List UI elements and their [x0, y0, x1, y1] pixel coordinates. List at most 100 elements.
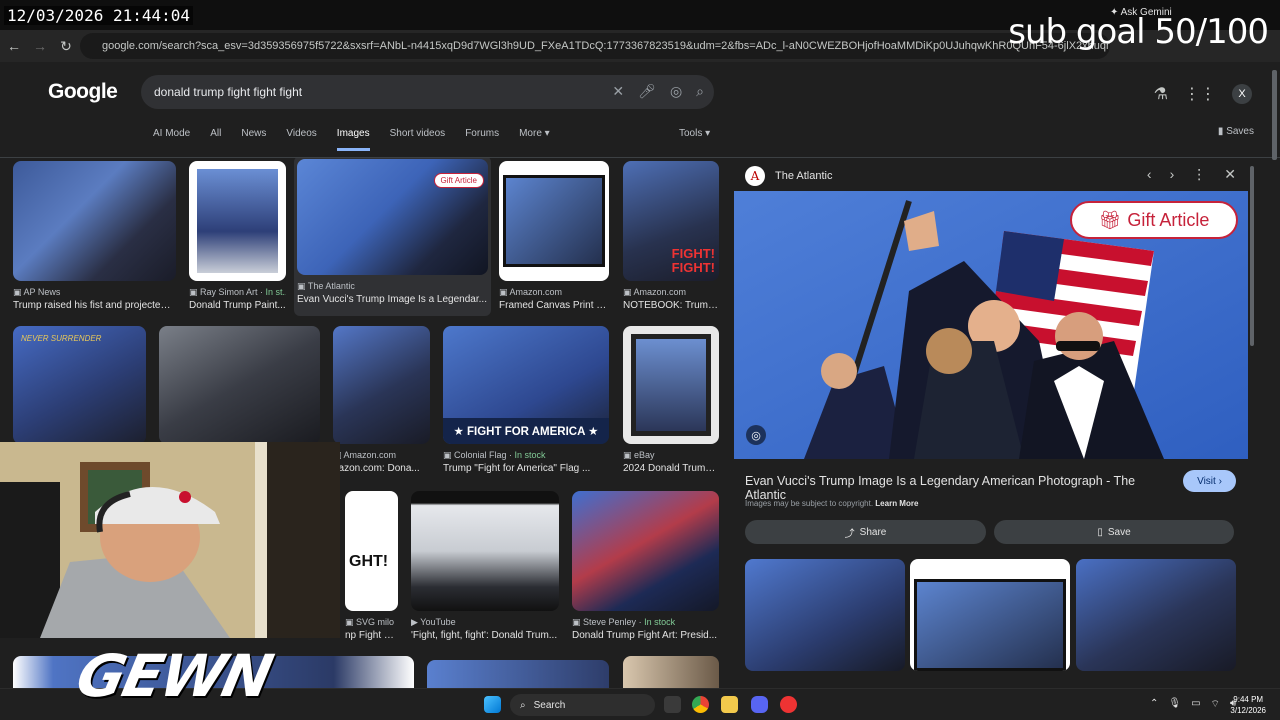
saves-button[interactable]: ▮ Saves — [1218, 126, 1254, 137]
gift-article-button[interactable]: 🎁︎ Gift Article — [1070, 201, 1238, 239]
chevron-left-icon[interactable]: ‹ — [1147, 166, 1152, 183]
result-caption[interactable]: np Fight Fi... — [345, 630, 398, 641]
result-tile[interactable]: GHT! ▣ SVG milo np Fight Fi... — [345, 491, 398, 641]
result-image[interactable] — [572, 491, 719, 611]
related-image[interactable] — [745, 559, 905, 671]
search-input[interactable]: donald trump fight fight fight — [154, 85, 302, 99]
result-caption[interactable]: Trump "Fight for America" Flag ... — [443, 463, 609, 474]
task-view-icon[interactable] — [664, 696, 681, 713]
result-tile[interactable]: ▣ AP News Trump raised his fist and proj… — [13, 161, 176, 311]
result-tile[interactable] — [427, 660, 609, 688]
chevron-right-icon[interactable]: › — [1170, 166, 1175, 183]
search-icon[interactable]: ⌕ — [696, 83, 704, 100]
result-source: ▣ Steve Penley · In stock — [572, 617, 676, 627]
result-caption[interactable]: Donald Trump Paint... — [189, 300, 286, 311]
display-icon[interactable]: ▭ — [1191, 698, 1200, 711]
result-image[interactable] — [623, 656, 719, 688]
lens-icon[interactable]: ◎ — [670, 83, 682, 100]
result-image[interactable] — [411, 491, 559, 611]
taskbar-search[interactable]: ⌕ Search — [510, 694, 655, 716]
more-vert-icon[interactable]: ⋮ — [1192, 166, 1206, 183]
forward-icon[interactable]: → — [28, 34, 52, 58]
result-tile[interactable]: ▣ Amazon.com nazon.com: Dona... — [333, 326, 430, 474]
result-caption[interactable]: Trump raised his fist and projected ... — [13, 300, 176, 311]
avatar[interactable]: X — [1232, 84, 1252, 104]
learn-more-link[interactable]: Learn More — [875, 499, 918, 508]
result-caption[interactable]: nazon.com: Dona... — [333, 463, 430, 474]
windows-start-icon[interactable] — [484, 696, 501, 713]
result-image[interactable] — [159, 326, 320, 444]
url-text: google.com/search?sca_esv=3d359356975f57… — [102, 40, 1110, 52]
tab-forums[interactable]: Forums — [465, 128, 499, 151]
related-image[interactable] — [910, 559, 1070, 671]
result-image[interactable] — [333, 326, 430, 444]
obs-icon[interactable] — [780, 696, 797, 713]
result-tile[interactable]: ▶ YouTube 'Fight, fight, fight': Donald … — [411, 491, 559, 641]
chevron-up-icon[interactable]: ⌃ — [1150, 698, 1158, 711]
result-image[interactable] — [13, 161, 176, 281]
page-scrollbar[interactable] — [1272, 70, 1277, 160]
result-image[interactable]: Gift Article — [297, 159, 488, 275]
preview-image[interactable]: 🎁︎ Gift Article ◎ — [734, 191, 1248, 459]
tab-short-videos[interactable]: Short videos — [390, 128, 446, 151]
search-box[interactable]: donald trump fight fight fight ✕ 🎤︎ ◎ ⌕ — [141, 75, 714, 109]
tab-all[interactable]: All — [210, 128, 221, 151]
panel-scrollbar[interactable] — [1250, 166, 1254, 346]
result-image[interactable]: FIGHT! FIGHT! — [623, 161, 719, 281]
visit-button[interactable]: Visit › — [1183, 470, 1236, 492]
system-clock[interactable]: 9:44 PM 3/12/2026 — [1230, 694, 1266, 716]
url-bar[interactable]: google.com/search?sca_esv=3d359356975f57… — [80, 33, 1110, 59]
apps-grid-icon[interactable]: ⋮⋮ — [1184, 84, 1216, 104]
tab-ai-mode[interactable]: AI Mode — [153, 128, 190, 151]
result-image[interactable] — [499, 161, 609, 281]
tools-button[interactable]: Tools ▾ — [679, 128, 710, 139]
save-label: Save — [1107, 526, 1131, 538]
reload-icon[interactable]: ↻ — [54, 34, 78, 58]
tab-news[interactable]: News — [241, 128, 266, 151]
tab-more[interactable]: More ▾ — [519, 128, 550, 151]
result-tile-selected[interactable]: Gift Article ▣ The Atlantic Evan Vucci's… — [294, 158, 491, 316]
result-caption[interactable]: Evan Vucci's Trump Image Is a Legendar..… — [297, 294, 488, 305]
result-caption[interactable]: 2024 Donald Trump... — [623, 463, 719, 474]
save-button[interactable]: ▯ Save — [994, 520, 1234, 544]
preview-title[interactable]: Evan Vucci's Trump Image Is a Legendary … — [745, 474, 1175, 502]
result-tile[interactable]: NEVER SURRENDER — [13, 326, 146, 444]
result-caption[interactable]: Framed Canvas Print w... — [499, 300, 609, 311]
result-image[interactable] — [623, 326, 719, 444]
panel-source-header[interactable]: A The Atlantic — [745, 166, 832, 186]
discord-icon[interactable] — [751, 696, 768, 713]
result-caption[interactable]: 'Fight, fight, fight': Donald Trum... — [411, 630, 559, 641]
related-image[interactable] — [1076, 559, 1236, 671]
system-tray[interactable]: ⌃ 🎙︎ ▭ ⌔ 🔊︎ — [1150, 698, 1236, 711]
back-icon[interactable]: ← — [2, 34, 26, 58]
share-button[interactable]: ⤴ Share — [745, 520, 986, 544]
labs-icon[interactable]: ⚗ — [1154, 84, 1168, 104]
result-image[interactable] — [189, 161, 286, 281]
result-tile[interactable]: ▣ Ray Simon Art · In st... Donald Trump … — [189, 161, 286, 311]
result-tile[interactable]: ▣ eBay 2024 Donald Trump... — [623, 326, 719, 474]
result-image[interactable]: NEVER SURRENDER — [13, 326, 146, 444]
tab-images[interactable]: Images — [336, 128, 370, 151]
result-caption[interactable]: NOTEBOOK: Trump ... — [623, 300, 719, 311]
google-logo[interactable]: Google — [48, 80, 118, 104]
result-image[interactable]: GHT! — [345, 491, 398, 611]
result-image[interactable]: ★ FIGHT FOR AMERICA ★ — [443, 326, 609, 444]
lens-icon[interactable]: ◎ — [746, 425, 766, 445]
result-tile[interactable]: FIGHT! FIGHT! ▣ Amazon.com NOTEBOOK: Trum… — [623, 161, 719, 311]
result-caption[interactable]: Donald Trump Fight Art: Presid... — [572, 630, 719, 641]
chrome-icon[interactable] — [692, 696, 709, 713]
result-source: ▣ Amazon.com — [333, 450, 397, 460]
result-tile[interactable]: ★ FIGHT FOR AMERICA ★ ▣ Colonial Flag · … — [443, 326, 609, 474]
result-tile[interactable]: ▣ Steve Penley · In stock Donald Trump F… — [572, 491, 719, 641]
result-tile[interactable] — [623, 656, 719, 688]
result-tile[interactable]: ▣ Amazon.com Framed Canvas Print w... — [499, 161, 609, 311]
result-image[interactable] — [427, 660, 609, 688]
mic-icon[interactable]: 🎙︎ — [1168, 698, 1181, 711]
tab-videos[interactable]: Videos — [286, 128, 316, 151]
voice-search-icon[interactable]: 🎤︎ — [638, 83, 656, 100]
result-tile[interactable] — [159, 326, 320, 444]
close-icon[interactable]: ✕ — [1224, 166, 1236, 183]
clear-icon[interactable]: ✕ — [612, 83, 624, 100]
wifi-icon[interactable]: ⌔ — [1211, 698, 1220, 711]
file-explorer-icon[interactable] — [721, 696, 738, 713]
